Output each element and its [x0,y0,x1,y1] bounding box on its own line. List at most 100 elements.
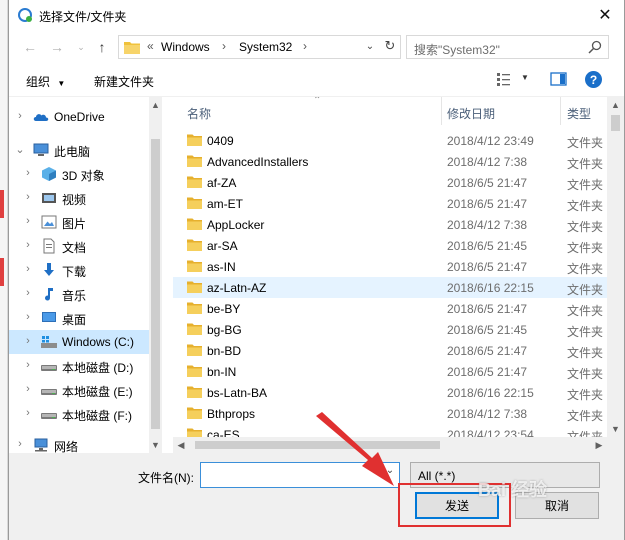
chevron-right-icon[interactable]: › [23,359,33,371]
sidebar-item[interactable]: › Windows (C:) [9,330,149,354]
file-name: bn-BD [207,344,242,358]
chevron-right-icon[interactable]: › [23,215,33,227]
address-dropdown-icon[interactable]: ⌄ [363,41,377,52]
search-input[interactable]: 搜索"System32" [414,41,500,58]
chevron-down-icon[interactable]: ⌄ [15,143,25,156]
sidebar-item[interactable]: › 图片 [9,210,149,234]
chevron-right-icon[interactable]: › [23,239,33,251]
file-list-vscrollbar[interactable]: ▲ ▼ [607,97,624,437]
column-header-name[interactable]: 名称 ⌃ [173,97,447,125]
sidebar-item[interactable]: › 3D 对象 [9,162,149,186]
new-folder-button[interactable]: 新建文件夹 [94,73,154,90]
address-bar[interactable]: « Windows › System32 › ⌄ ↻ [118,35,401,59]
chevron-right-icon[interactable]: › [23,287,33,299]
sidebar-item-label: 本地磁盘 (E:) [62,385,133,399]
file-row[interactable]: bg-BG 2018/6/5 21:45 文件夹 [173,319,607,340]
up-button[interactable]: ↑ [93,38,111,56]
recent-dropdown-button[interactable]: ⌄ [72,38,90,56]
breadcrumb-system32[interactable]: System32 [239,40,292,54]
file-date: 2018/6/5 21:45 [447,239,528,253]
organize-button[interactable]: 组织 ▼ [26,73,65,90]
sidebar-item[interactable]: › 视频 [9,186,149,210]
file-row[interactable]: bn-IN 2018/6/5 21:47 文件夹 [173,361,607,382]
folder-icon [187,322,202,336]
sidebar-item-label: 视频 [62,193,87,207]
overflow-chevron[interactable]: « [147,39,154,53]
file-name: as-IN [207,260,236,274]
file-row[interactable]: az-Latn-AZ 2018/6/16 22:15 文件夹 [173,277,607,298]
sidebar-item-label: 本地磁盘 (F:) [62,409,132,423]
folder-icon [187,196,202,210]
sidebar-item[interactable]: › 音乐 [9,282,149,306]
file-name: AdvancedInstallers [207,155,309,169]
file-date: 2018/6/5 21:47 [447,197,528,211]
chevron-right-icon[interactable]: › [23,311,33,323]
background-app-strip [0,0,8,540]
back-button[interactable]: ← [21,38,39,56]
sidebar-item[interactable]: › 文档 [9,234,149,258]
chevron-right-icon[interactable]: › [23,407,33,419]
column-header-type[interactable]: 类型 [561,97,607,125]
chevron-right-icon[interactable]: › [23,335,33,347]
file-list-vscroll-thumb[interactable] [611,115,620,131]
sidebar-item[interactable]: › 本地磁盘 (F:) [9,402,149,426]
nav-scrollbar[interactable]: ▲ ▼ [149,97,162,453]
sidebar-item[interactable]: › 桌面 [9,306,149,330]
background-marker [0,190,4,218]
view-dropdown-icon[interactable]: ▼ [521,73,529,82]
chevron-right-icon[interactable]: › [23,383,33,395]
chevron-right-icon[interactable]: › [23,167,33,179]
sidebar-item[interactable]: › 本地磁盘 (D:) [9,354,149,378]
sidebar-item[interactable]: › 下载 [9,258,149,282]
refresh-icon[interactable]: ↻ [381,38,399,56]
file-row[interactable]: be-BY 2018/6/5 21:47 文件夹 [173,298,607,319]
sidebar-item[interactable]: ⌄ 此电脑 [9,138,149,162]
folder-icon [187,259,202,273]
chevron-right-icon[interactable]: › [23,191,33,203]
scroll-up-icon[interactable]: ▲ [607,97,624,113]
disk-icon [41,358,57,374]
forward-button[interactable]: → [48,38,66,56]
file-row[interactable]: am-ET 2018/6/5 21:47 文件夹 [173,193,607,214]
chevron-right-icon[interactable]: › [23,263,33,275]
file-name: be-BY [207,302,241,316]
sidebar-item[interactable]: › 网络 [9,433,149,453]
scroll-up-icon[interactable]: ▲ [149,97,162,113]
file-row[interactable]: 0409 2018/4/12 23:49 文件夹 [173,130,607,151]
file-name: bs-Latn-BA [207,386,268,400]
view-options-icon[interactable] [496,71,514,87]
search-box[interactable]: 搜索"System32" [406,35,609,59]
file-row[interactable]: AdvancedInstallers 2018/4/12 7:38 文件夹 [173,151,607,172]
folder-icon [187,385,202,399]
documents-icon [41,238,57,254]
column-header-date[interactable]: 修改日期 [442,97,560,125]
file-date: 2018/6/5 21:47 [447,344,528,358]
help-icon[interactable]: ? [585,71,602,88]
close-button[interactable]: ✕ [594,4,616,26]
pictures-icon [41,214,57,230]
chevron-right-icon[interactable]: › [15,438,25,450]
scrollbar-corner [607,437,624,453]
preview-pane-icon[interactable] [550,71,568,87]
file-row[interactable]: bn-BD 2018/6/5 21:47 文件夹 [173,340,607,361]
file-row[interactable]: ar-SA 2018/6/5 21:45 文件夹 [173,235,607,256]
file-row[interactable]: AppLocker 2018/4/12 7:38 文件夹 [173,214,607,235]
scroll-right-icon[interactable]: ▶ [591,437,607,453]
file-row[interactable]: bs-Latn-BA 2018/6/16 22:15 文件夹 [173,382,607,403]
scroll-down-icon[interactable]: ▼ [607,421,624,437]
scroll-left-icon[interactable]: ◀ [173,437,189,453]
file-row[interactable]: af-ZA 2018/6/5 21:47 文件夹 [173,172,607,193]
breadcrumb-windows[interactable]: Windows [161,40,210,54]
sidebar-item[interactable]: › OneDrive [9,105,149,129]
file-date: 2018/6/5 21:47 [447,302,528,316]
nav-scroll-thumb[interactable] [151,139,160,429]
scroll-down-icon[interactable]: ▼ [149,437,162,453]
file-list: 名称 ⌃ 修改日期 类型 0409 2018/4/12 23:49 文件夹 Advan… [173,97,607,437]
sidebar-item[interactable]: › 本地磁盘 (E:) [9,378,149,402]
file-date: 2018/6/5 21:47 [447,176,528,190]
file-row[interactable]: as-IN 2018/6/5 21:47 文件夹 [173,256,607,277]
folder-icon [187,133,202,147]
chevron-right-icon[interactable]: › [15,110,25,122]
folder-icon [187,364,202,378]
music-icon [41,286,57,302]
